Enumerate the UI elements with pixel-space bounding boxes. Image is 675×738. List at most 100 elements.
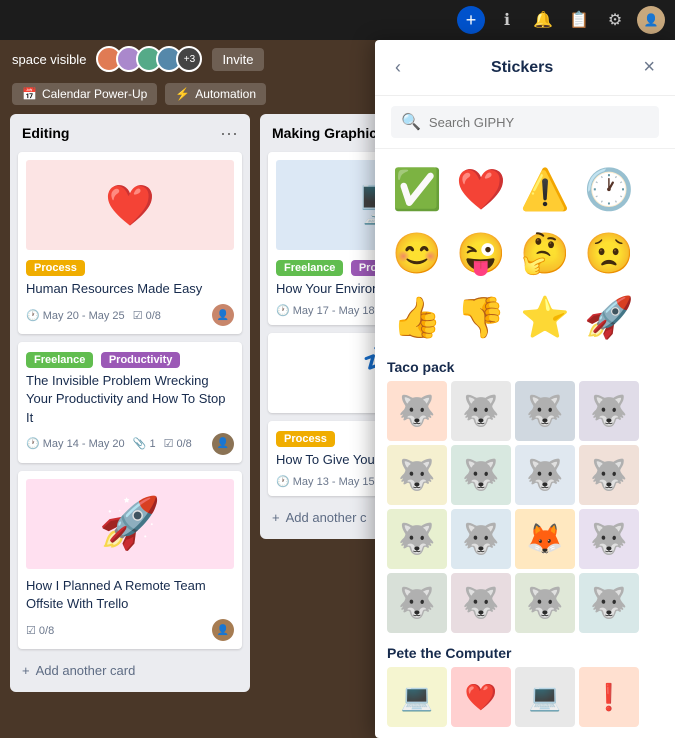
settings-icon[interactable]: ⚙ <box>601 6 629 34</box>
dog-sticker-14[interactable]: 🐺 <box>515 573 575 633</box>
calendar-icon: 📅 <box>22 87 37 101</box>
card-invisible-problem[interactable]: Freelance Productivity The Invisible Pro… <box>18 342 242 463</box>
card-icon[interactable]: 📋 <box>565 6 593 34</box>
taco-row-3: 🐺 🐺 🦊 🐺 <box>387 509 663 569</box>
sticker-smile[interactable]: 😊 <box>387 223 447 283</box>
pete-sticker-3[interactable]: 💻 <box>515 667 575 727</box>
tag-process-2: Process <box>276 431 335 447</box>
section-label-pete: Pete the Computer <box>387 637 663 667</box>
card-date-2: 🕐 May 14 - May 20 <box>26 437 125 450</box>
invite-button[interactable]: Invite <box>212 48 263 71</box>
pete-row-1: 💻 ❤️ 💻 ❗ <box>387 667 663 727</box>
sticker-checkmark[interactable]: ✅ <box>387 159 447 219</box>
card-meta-1: 🕐 May 20 - May 25 ☑ 0/8 👤 <box>26 304 234 326</box>
card-avatar-1: 👤 <box>212 304 234 326</box>
dog-sticker-1[interactable]: 🐺 <box>387 381 447 441</box>
search-icon: 🔍 <box>401 112 421 132</box>
member-avatars: +3 <box>96 46 202 72</box>
sticker-grid-section: ✅ ❤️ ⚠️ 🕐 😊 😜 🤔 😟 👍 👎 ⭐ 🚀 Taco pack 🐺 🐺 … <box>375 149 675 738</box>
default-sticker-row-2: 😊 😜 🤔 😟 <box>387 223 663 283</box>
sticker-rocket[interactable]: 🚀 <box>579 287 639 347</box>
dog-sticker-8[interactable]: 🐺 <box>579 445 639 505</box>
info-icon[interactable]: ℹ <box>493 6 521 34</box>
sticker-warning[interactable]: ⚠️ <box>515 159 575 219</box>
card-checklist-1: ☑ 0/8 <box>133 309 161 322</box>
tag-freelance-2: Freelance <box>276 260 343 276</box>
sticker-header: ‹ Stickers × <box>375 40 675 96</box>
tag-productivity: Productivity <box>101 352 181 368</box>
search-box: 🔍 <box>391 106 659 138</box>
dog-sticker-10[interactable]: 🐺 <box>451 509 511 569</box>
sticker-thumbsup[interactable]: 👍 <box>387 287 447 347</box>
dog-sticker-7[interactable]: 🐺 <box>515 445 575 505</box>
sticker-wink[interactable]: 😜 <box>451 223 511 283</box>
taco-row-1: 🐺 🐺 🐺 🐺 <box>387 381 663 441</box>
pete-sticker-1[interactable]: 💻 <box>387 667 447 727</box>
card-title-invisible: The Invisible Problem Wrecking Your Prod… <box>26 372 234 427</box>
dog-sticker-4[interactable]: 🐺 <box>579 381 639 441</box>
dog-sticker-13[interactable]: 🐺 <box>451 573 511 633</box>
dog-sticker-3[interactable]: 🐺 <box>515 381 575 441</box>
user-avatar[interactable]: 👤 <box>637 6 665 34</box>
taco-row-4: 🐺 🐺 🐺 🐺 <box>387 573 663 633</box>
card-date-4: 🕐 May 17 - May 18 <box>276 304 375 317</box>
add-card-button-editing[interactable]: + Add another card <box>18 657 242 684</box>
sticker-heart[interactable]: ❤️ <box>451 159 511 219</box>
card-avatar-2: 👤 <box>212 433 234 455</box>
tag-process: Process <box>26 260 85 276</box>
dog-sticker-fox[interactable]: 🦊 <box>515 509 575 569</box>
card-human-resources[interactable]: ❤️ Process Human Resources Made Easy 🕐 M… <box>18 152 242 334</box>
list-menu-button-editing[interactable]: ··· <box>220 124 238 142</box>
card-image-rocket: 🚀 <box>26 479 234 569</box>
dog-sticker-12[interactable]: 🐺 <box>387 573 447 633</box>
default-sticker-row-3: 👍 👎 ⭐ 🚀 <box>387 287 663 347</box>
sticker-panel: ‹ Stickers × 🔍 ✅ ❤️ ⚠️ 🕐 😊 😜 🤔 😟 👍 👎 ⭐ <box>375 40 675 738</box>
dog-sticker-11[interactable]: 🐺 <box>579 509 639 569</box>
sticker-close-button[interactable]: × <box>639 52 659 83</box>
card-title-remote: How I Planned A Remote Team Offsite With… <box>26 577 234 613</box>
pete-sticker-2[interactable]: ❤️ <box>451 667 511 727</box>
card-meta-2: 🕐 May 14 - May 20 📎 1 ☑ 0/8 👤 <box>26 433 234 455</box>
dog-sticker-9[interactable]: 🐺 <box>387 509 447 569</box>
list-editing: Editing ··· ❤️ Process Human Resources M… <box>10 114 250 692</box>
card-attachment-2: 📎 1 <box>133 437 156 450</box>
top-navigation: + ℹ 🔔 📋 ⚙ 👤 <box>0 0 675 40</box>
card-meta-3: ☑ 0/8 👤 <box>26 619 234 641</box>
automation-button[interactable]: ⚡ Automation <box>165 83 266 105</box>
list-title-graphics: Making Graphics <box>272 125 385 141</box>
add-button[interactable]: + <box>457 6 485 34</box>
plus-icon-graphics: + <box>272 510 280 525</box>
card-remote-team[interactable]: 🚀 How I Planned A Remote Team Offsite Wi… <box>18 471 242 649</box>
default-sticker-row-1: ✅ ❤️ ⚠️ 🕐 <box>387 159 663 219</box>
list-title-editing: Editing <box>22 125 69 141</box>
pete-sticker-4[interactable]: ❗ <box>579 667 639 727</box>
notification-icon[interactable]: 🔔 <box>529 6 557 34</box>
sticker-search-area: 🔍 <box>375 96 675 149</box>
lightning-icon: ⚡ <box>175 87 190 101</box>
card-avatar-3: 👤 <box>212 619 234 641</box>
section-label-taco: Taco pack <box>387 351 663 381</box>
sticker-thumbsdown[interactable]: 👎 <box>451 287 511 347</box>
card-image-heart: ❤️ <box>26 160 234 250</box>
card-checklist-2: ☑ 0/8 <box>164 437 192 450</box>
tag-freelance: Freelance <box>26 352 93 368</box>
search-input[interactable] <box>429 115 649 130</box>
calendar-powerup-button[interactable]: 📅 Calendar Power-Up <box>12 83 157 105</box>
visibility-label: space visible <box>12 52 86 67</box>
card-title-human-resources: Human Resources Made Easy <box>26 280 234 298</box>
card-date-6: 🕐 May 13 - May 15 <box>276 475 375 488</box>
sticker-clock[interactable]: 🕐 <box>579 159 639 219</box>
plus-icon-editing: + <box>22 663 30 678</box>
dog-sticker-6[interactable]: 🐺 <box>451 445 511 505</box>
list-header-editing: Editing ··· <box>18 122 242 144</box>
sticker-star[interactable]: ⭐ <box>515 287 575 347</box>
dog-sticker-5[interactable]: 🐺 <box>387 445 447 505</box>
sticker-back-button[interactable]: ‹ <box>391 53 405 82</box>
sticker-panel-title: Stickers <box>405 59 639 77</box>
sticker-thinking[interactable]: 🤔 <box>515 223 575 283</box>
dog-sticker-2[interactable]: 🐺 <box>451 381 511 441</box>
more-members-badge[interactable]: +3 <box>176 46 202 72</box>
sticker-worried[interactable]: 😟 <box>579 223 639 283</box>
dog-sticker-15[interactable]: 🐺 <box>579 573 639 633</box>
taco-row-2: 🐺 🐺 🐺 🐺 <box>387 445 663 505</box>
